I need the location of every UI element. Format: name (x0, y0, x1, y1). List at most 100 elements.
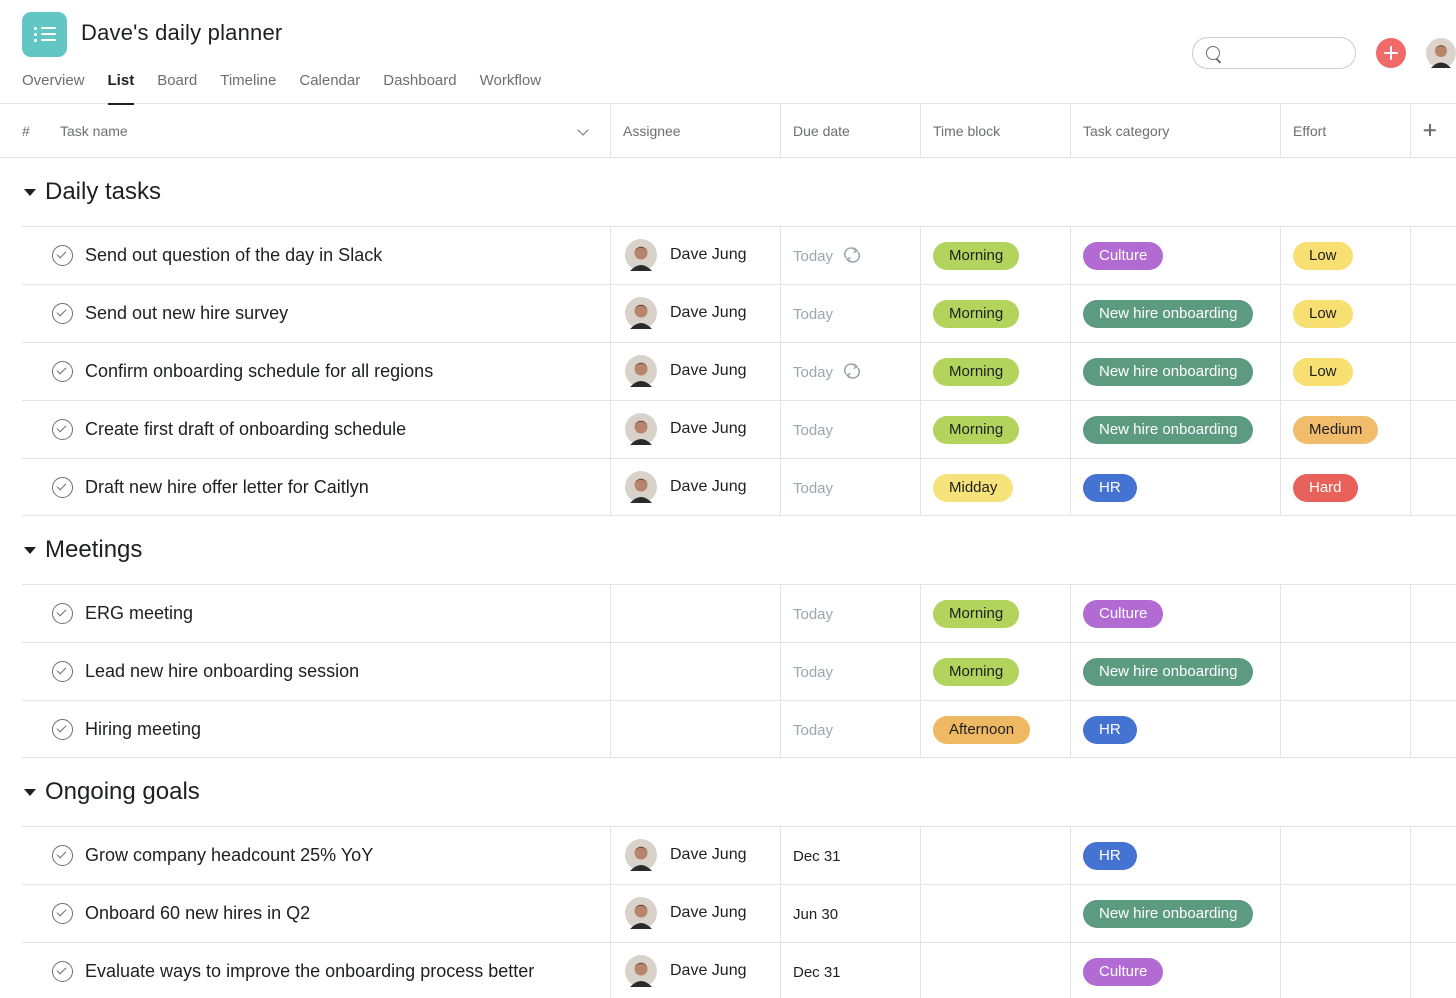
assignee-name[interactable]: Dave Jung (670, 478, 747, 496)
task-row[interactable]: Grow company headcount 25% YoY Dave Jung D… (22, 826, 1456, 884)
due-date[interactable]: Today (793, 606, 833, 623)
tab-timeline[interactable]: Timeline (220, 72, 276, 104)
assignee-name[interactable]: Dave Jung (670, 420, 747, 438)
task-row[interactable]: ERG meeting Today Morning Culture (22, 584, 1456, 642)
check-circle-icon[interactable] (52, 419, 73, 440)
column-divider[interactable] (1410, 104, 1411, 158)
due-date[interactable]: Today (793, 306, 833, 323)
chevron-down-icon[interactable] (577, 124, 589, 136)
section-title[interactable]: Meetings (45, 536, 142, 564)
assignee-name[interactable]: Dave Jung (670, 904, 747, 922)
task-row[interactable]: Confirm onboarding schedule for all regi… (22, 342, 1456, 400)
effort-tag[interactable]: Low (1293, 242, 1353, 270)
check-circle-icon[interactable] (52, 245, 73, 266)
effort-tag[interactable]: Low (1293, 300, 1353, 328)
task-row[interactable]: Send out new hire survey Dave Jung Today Mo… (22, 284, 1456, 342)
category-tag[interactable]: HR (1083, 842, 1137, 870)
check-circle-icon[interactable] (52, 303, 73, 324)
column-divider[interactable] (1280, 104, 1281, 158)
time-block-tag[interactable]: Morning (933, 358, 1020, 386)
category-tag[interactable]: Culture (1083, 958, 1164, 986)
assignee-avatar[interactable] (625, 239, 657, 271)
list-icon[interactable] (22, 12, 67, 57)
assignee-avatar[interactable] (625, 413, 657, 445)
caret-down-icon[interactable] (24, 189, 36, 196)
check-circle-icon[interactable] (52, 719, 73, 740)
due-date[interactable]: Dec 31 (793, 964, 841, 981)
check-circle-icon[interactable] (52, 961, 73, 982)
assignee-avatar[interactable] (625, 955, 657, 987)
category-tag[interactable]: HR (1083, 716, 1137, 744)
task-row[interactable]: Hiring meeting Today Afternoon HR (22, 700, 1456, 758)
add-button[interactable] (1376, 38, 1406, 68)
caret-down-icon[interactable] (24, 547, 36, 554)
time-block-tag[interactable]: Morning (933, 300, 1020, 328)
time-block-tag[interactable]: Morning (933, 242, 1020, 270)
category-tag[interactable]: New hire onboarding (1083, 658, 1254, 686)
assignee-name[interactable]: Dave Jung (670, 846, 747, 864)
column-time-block[interactable]: Time block (933, 104, 1000, 158)
time-block-tag[interactable]: Afternoon (933, 716, 1031, 744)
due-date[interactable]: Today (793, 664, 833, 681)
category-tag[interactable]: Culture (1083, 242, 1164, 270)
caret-down-icon[interactable] (24, 789, 36, 796)
column-divider[interactable] (780, 104, 781, 158)
column-task-name[interactable]: Task name (60, 104, 128, 158)
column-assignee[interactable]: Assignee (623, 104, 681, 158)
assignee-avatar[interactable] (625, 297, 657, 329)
column-effort[interactable]: Effort (1293, 104, 1326, 158)
task-row[interactable]: Send out question of the day in Slack Dav… (22, 226, 1456, 284)
assignee-name[interactable]: Dave Jung (670, 962, 747, 980)
task-name[interactable]: Onboard 60 new hires in Q2 (85, 903, 310, 924)
page-title[interactable]: Dave's daily planner (81, 20, 282, 46)
tab-overview[interactable]: Overview (22, 72, 85, 104)
assignee-avatar[interactable] (625, 355, 657, 387)
assignee-name[interactable]: Dave Jung (670, 362, 747, 380)
task-row[interactable]: Lead new hire onboarding session Today Mor… (22, 642, 1456, 700)
due-date[interactable]: Jun 30 (793, 906, 838, 923)
column-divider[interactable] (920, 104, 921, 158)
task-name[interactable]: Hiring meeting (85, 719, 201, 740)
time-block-tag[interactable]: Morning (933, 416, 1020, 444)
category-tag[interactable]: Culture (1083, 600, 1164, 628)
due-date[interactable]: Today (793, 480, 833, 497)
category-tag[interactable]: New hire onboarding (1083, 416, 1254, 444)
task-row[interactable]: Draft new hire offer letter for Caitlyn D… (22, 458, 1456, 516)
task-name[interactable]: Evaluate ways to improve the onboarding … (85, 961, 534, 982)
due-date[interactable]: Today (793, 248, 833, 265)
category-tag[interactable]: New hire onboarding (1083, 900, 1254, 928)
search-input[interactable] (1229, 43, 1347, 63)
column-due-date[interactable]: Due date (793, 104, 850, 158)
due-date[interactable]: Today (793, 422, 833, 439)
task-name[interactable]: Send out question of the day in Slack (85, 245, 382, 266)
due-date[interactable]: Dec 31 (793, 848, 841, 865)
task-name[interactable]: Create first draft of onboarding schedul… (85, 419, 406, 440)
tab-workflow[interactable]: Workflow (480, 72, 541, 104)
task-name[interactable]: Confirm onboarding schedule for all regi… (85, 361, 433, 382)
search-box[interactable] (1192, 37, 1356, 69)
column-task-category[interactable]: Task category (1083, 104, 1169, 158)
task-name[interactable]: ERG meeting (85, 603, 193, 624)
effort-tag[interactable]: Medium (1293, 416, 1379, 444)
user-avatar[interactable] (1426, 38, 1456, 68)
tab-calendar[interactable]: Calendar (299, 72, 360, 104)
assignee-avatar[interactable] (625, 897, 657, 929)
check-circle-icon[interactable] (52, 477, 73, 498)
assignee-name[interactable]: Dave Jung (670, 304, 747, 322)
assignee-name[interactable]: Dave Jung (670, 246, 747, 264)
category-tag[interactable]: HR (1083, 474, 1137, 502)
effort-tag[interactable]: Low (1293, 358, 1353, 386)
tab-dashboard[interactable]: Dashboard (383, 72, 456, 104)
task-row[interactable]: Create first draft of onboarding schedul… (22, 400, 1456, 458)
category-tag[interactable]: New hire onboarding (1083, 300, 1254, 328)
task-name[interactable]: Draft new hire offer letter for Caitlyn (85, 477, 369, 498)
time-block-tag[interactable]: Midday (933, 474, 1014, 502)
tab-list[interactable]: List (107, 72, 134, 105)
due-date[interactable]: Today (793, 364, 833, 381)
check-circle-icon[interactable] (52, 661, 73, 682)
check-circle-icon[interactable] (52, 845, 73, 866)
effort-tag[interactable]: Hard (1293, 474, 1358, 502)
assignee-avatar[interactable] (625, 839, 657, 871)
section-title[interactable]: Ongoing goals (45, 778, 200, 806)
task-name[interactable]: Grow company headcount 25% YoY (85, 845, 373, 866)
